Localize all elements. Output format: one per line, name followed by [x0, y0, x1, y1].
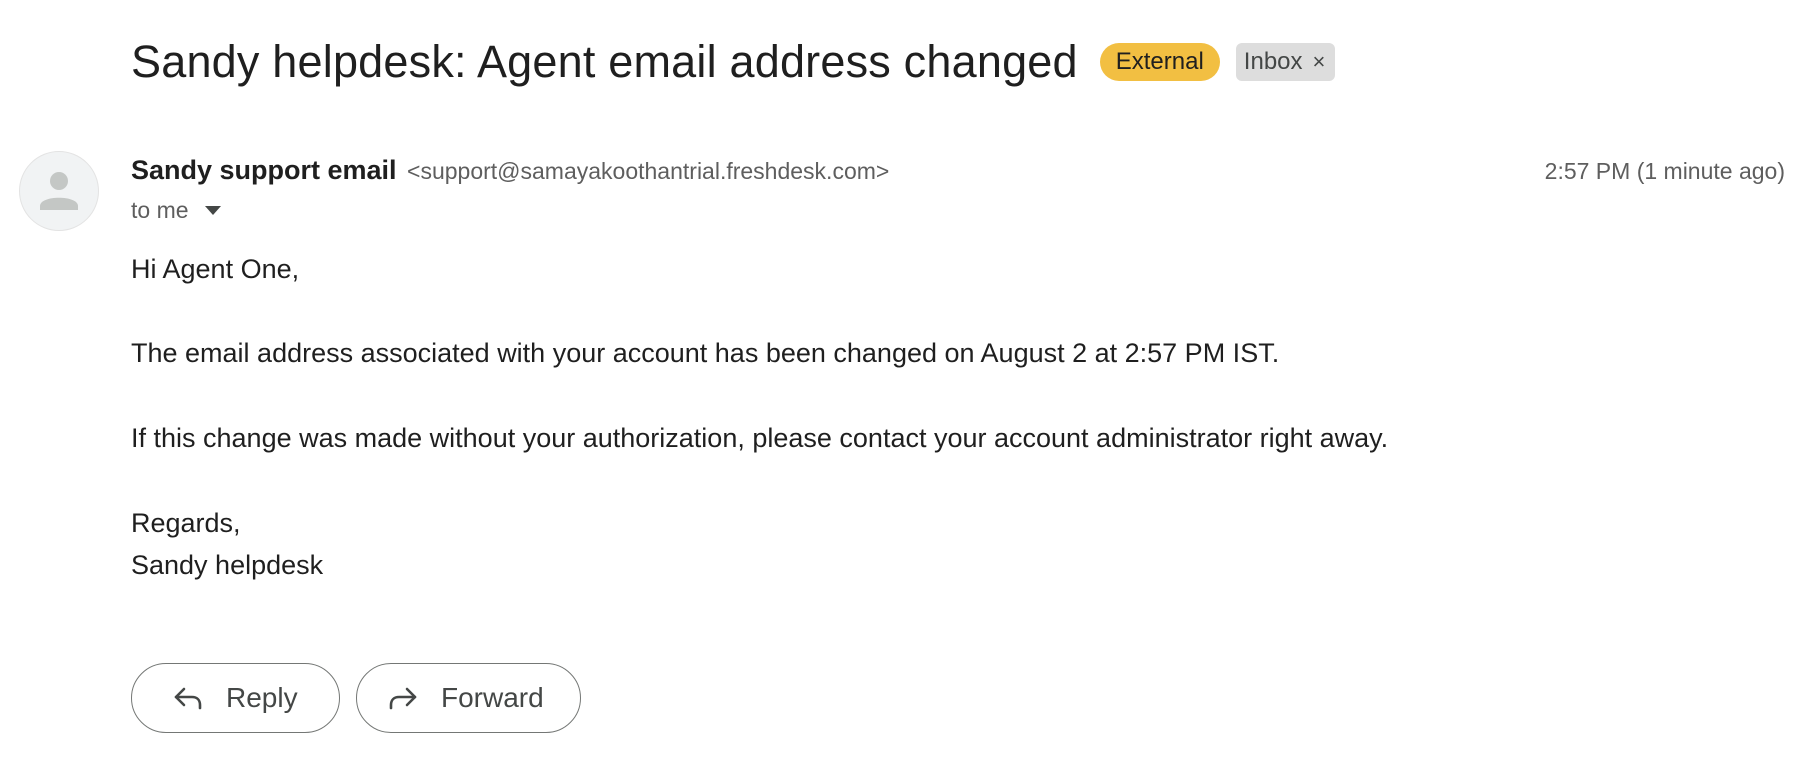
- sender-name[interactable]: Sandy support email: [131, 155, 397, 185]
- email-timestamp: 2:57 PM (1 minute ago): [1544, 158, 1785, 184]
- sender-avatar[interactable]: [19, 151, 99, 231]
- body-paragraph-1: The email address associated with your a…: [131, 338, 1280, 368]
- reply-button-label: Reply: [226, 682, 298, 713]
- reply-arrow-icon: [174, 687, 202, 710]
- body-paragraph-2: If this change was made without your aut…: [131, 423, 1389, 453]
- body-greeting: Hi Agent One,: [131, 254, 300, 284]
- recipient-details[interactable]: to me: [131, 197, 221, 224]
- body-closing: Regards,: [131, 508, 241, 538]
- sender-email: <support@samayakoothantrial.freshdesk.co…: [407, 158, 890, 184]
- body-signature: Sandy helpdesk: [131, 550, 324, 580]
- forward-button-label: Forward: [441, 682, 544, 713]
- chevron-down-icon[interactable]: [204, 206, 221, 215]
- email-subject: Sandy helpdesk: Agent email address chan…: [131, 36, 1078, 87]
- forward-button[interactable]: Forward: [356, 663, 581, 733]
- reply-button[interactable]: Reply: [131, 663, 340, 733]
- person-icon: [40, 172, 78, 210]
- inbox-label[interactable]: Inbox ×: [1235, 43, 1336, 81]
- inbox-label-text: Inbox: [1243, 48, 1303, 75]
- forward-arrow-icon: [389, 687, 417, 710]
- remove-label-icon[interactable]: ×: [1313, 49, 1326, 75]
- recipient-label: to me: [131, 197, 189, 223]
- subject-row: Sandy helpdesk: Agent email address chan…: [131, 36, 1336, 88]
- external-label: External: [1099, 43, 1220, 81]
- sender-info: Sandy support email <support@samayakooth…: [131, 155, 889, 186]
